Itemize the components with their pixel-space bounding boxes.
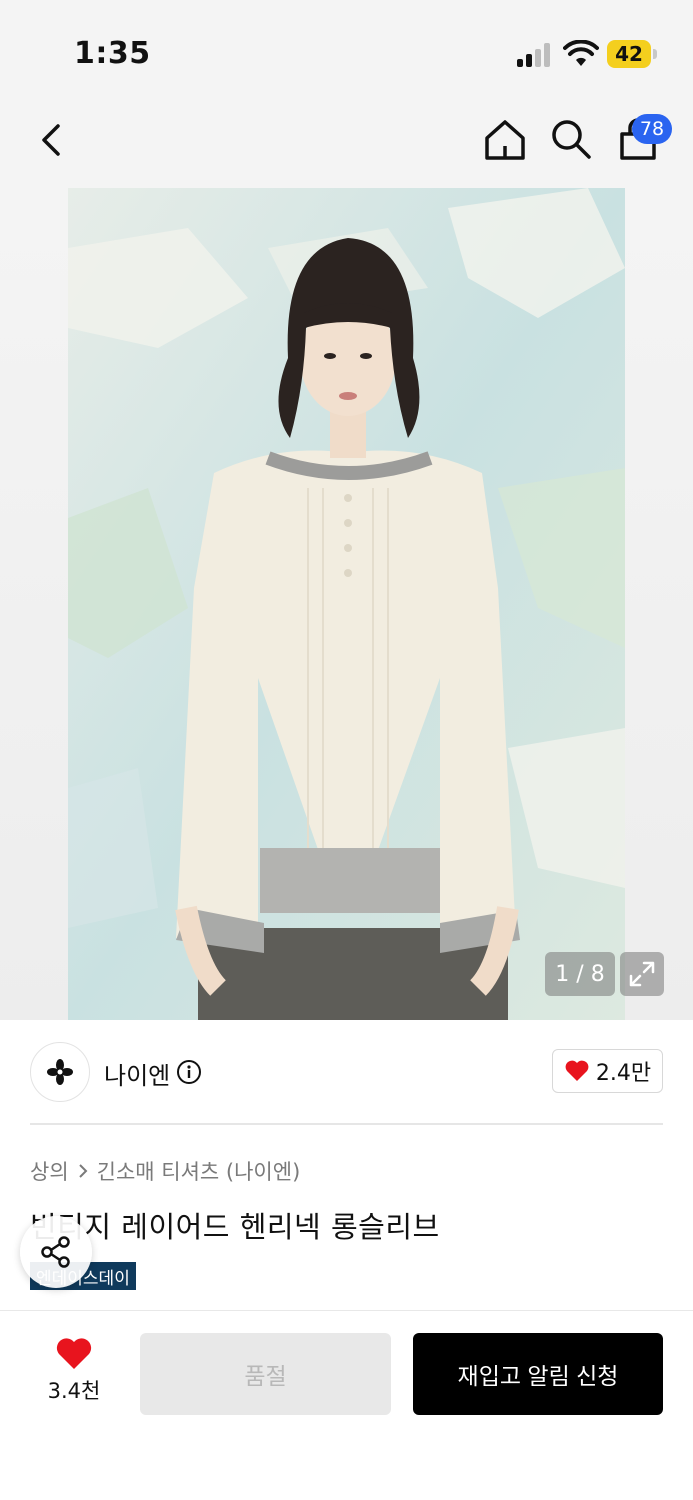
soldout-button: 품절 <box>140 1333 391 1415</box>
heart-icon <box>565 1060 589 1081</box>
share-button[interactable] <box>20 1216 92 1288</box>
page-indicator: 1 / 8 <box>545 952 615 996</box>
wish-button[interactable]: 3.4천 <box>28 1337 120 1407</box>
status-time: 1:35 <box>74 36 151 71</box>
home-icon[interactable] <box>482 116 528 164</box>
chevron-right-icon <box>78 1164 88 1178</box>
back-icon[interactable] <box>30 118 74 162</box>
breadcrumb-item[interactable]: 긴소매 티셔츠 (나이엔) <box>97 1156 301 1186</box>
wish-count: 3.4천 <box>47 1379 101 1403</box>
battery-icon: 42 <box>607 40 657 68</box>
brand-logo[interactable] <box>30 1042 90 1102</box>
bottom-bar: 3.4천 품절 재입고 알림 신청 <box>0 1310 693 1500</box>
cellular-signal-icon <box>517 43 555 67</box>
brand-like-count: 2.4만 <box>595 1061 652 1086</box>
cart-count-badge: 78 <box>632 114 672 144</box>
battery-level: 42 <box>607 40 651 68</box>
expand-icon[interactable] <box>620 952 664 996</box>
wifi-icon <box>563 39 599 68</box>
search-icon[interactable] <box>548 116 594 162</box>
brand-name[interactable]: 나이엔 <box>104 1056 170 1091</box>
divider <box>30 1123 663 1125</box>
breadcrumb-item[interactable]: 상의 <box>30 1156 69 1186</box>
product-gallery[interactable] <box>0 188 693 1020</box>
nav-bar <box>0 100 693 188</box>
status-bar: 1:35 42 <box>0 0 693 100</box>
brand-like-button[interactable]: 2.4만 <box>552 1049 663 1093</box>
breadcrumb: 상의 긴소매 티셔츠 (나이엔) <box>30 1156 300 1186</box>
heart-icon <box>56 1338 92 1369</box>
product-image[interactable] <box>68 188 625 1020</box>
share-icon <box>41 1236 70 1268</box>
product-info: 나이엔 2.4만 상의 긴소매 티셔츠 (나이엔) 빈티지 레이어드 헨리넥 롱… <box>0 1020 693 1310</box>
product-title: 빈티지 레이어드 헨리넥 롱슬리브 <box>30 1210 440 1244</box>
info-icon[interactable] <box>176 1059 202 1085</box>
restock-alert-button[interactable]: 재입고 알림 신청 <box>413 1333 663 1415</box>
brand-logo-icon <box>47 1059 73 1085</box>
